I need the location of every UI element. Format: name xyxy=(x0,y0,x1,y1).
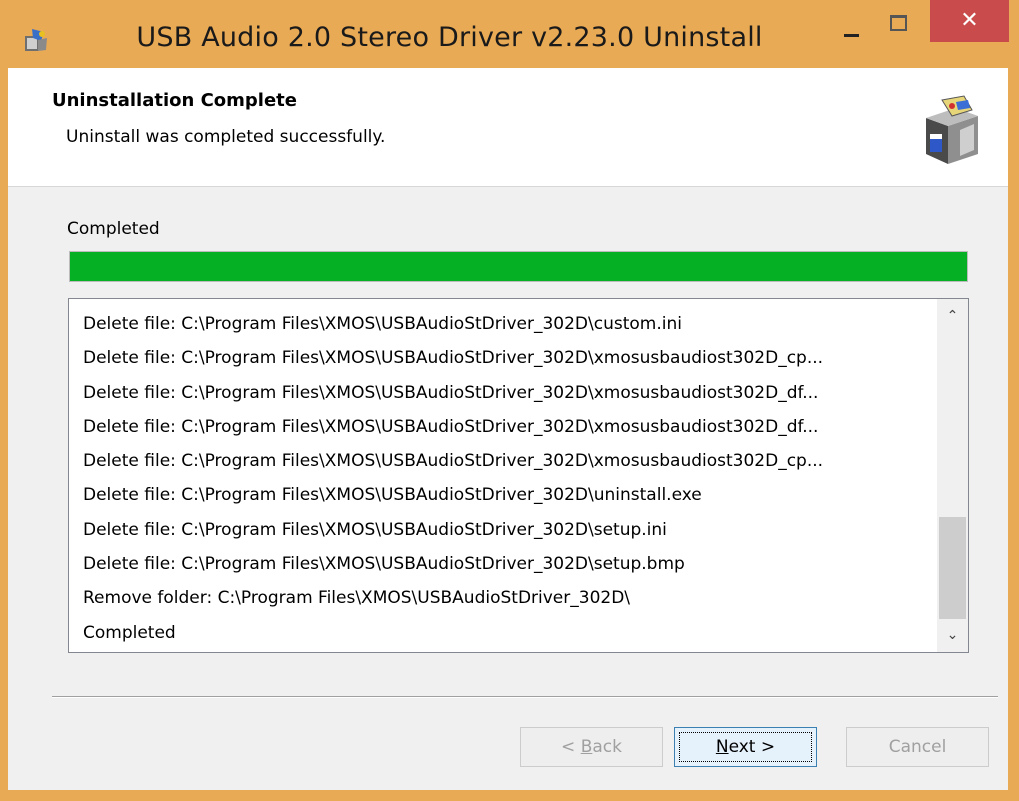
log-line: Delete file: C:\Program Files\XMOS\USBAu… xyxy=(83,519,667,540)
dialog-body: Uninstallation Complete Uninstall was co… xyxy=(8,68,1008,790)
page-subtitle: Uninstall was completed successfully. xyxy=(66,127,386,147)
details-log[interactable]: Delete file: C:\Program Files\XMOS\USBAu… xyxy=(68,298,969,653)
close-button[interactable]: ✕ xyxy=(930,0,1009,42)
close-icon: ✕ xyxy=(960,8,979,33)
scroll-down-icon[interactable]: ⌄ xyxy=(937,618,968,652)
page-title: Uninstallation Complete xyxy=(52,90,297,111)
minimize-button[interactable] xyxy=(838,12,874,44)
uninstall-box-icon xyxy=(926,95,978,164)
log-line: Completed xyxy=(83,622,176,643)
log-line: Delete file: C:\Program Files\XMOS\USBAu… xyxy=(83,314,682,334)
log-line: Delete file: C:\Program Files\XMOS\USBAu… xyxy=(83,416,819,437)
maximize-button[interactable] xyxy=(880,12,916,44)
next-button[interactable]: Next > xyxy=(674,727,817,767)
cancel-button[interactable]: Cancel xyxy=(846,727,989,767)
back-button[interactable]: < Back xyxy=(520,727,663,767)
progress-bar xyxy=(69,251,968,282)
log-line: Delete file: C:\Program Files\XMOS\USBAu… xyxy=(83,382,819,403)
status-label: Completed xyxy=(67,219,160,239)
progress-fill xyxy=(70,252,967,281)
wizard-header: Uninstallation Complete Uninstall was co… xyxy=(8,68,1008,187)
divider xyxy=(52,696,998,698)
log-line: Delete file: C:\Program Files\XMOS\USBAu… xyxy=(83,554,685,575)
log-line: Delete file: C:\Program Files\XMOS\USBAu… xyxy=(83,451,824,472)
scroll-thumb[interactable] xyxy=(939,517,966,619)
vertical-scrollbar[interactable]: ⌃ ⌄ xyxy=(937,299,968,652)
scroll-up-icon[interactable]: ⌃ xyxy=(937,299,968,333)
log-line: Delete file: C:\Program Files\XMOS\USBAu… xyxy=(83,348,824,369)
log-line: Delete file: C:\Program Files\XMOS\USBAu… xyxy=(83,485,702,506)
log-list: Delete file: C:\Program Files\XMOS\USBAu… xyxy=(83,307,928,650)
log-line: Remove folder: C:\Program Files\XMOS\USB… xyxy=(83,588,631,609)
